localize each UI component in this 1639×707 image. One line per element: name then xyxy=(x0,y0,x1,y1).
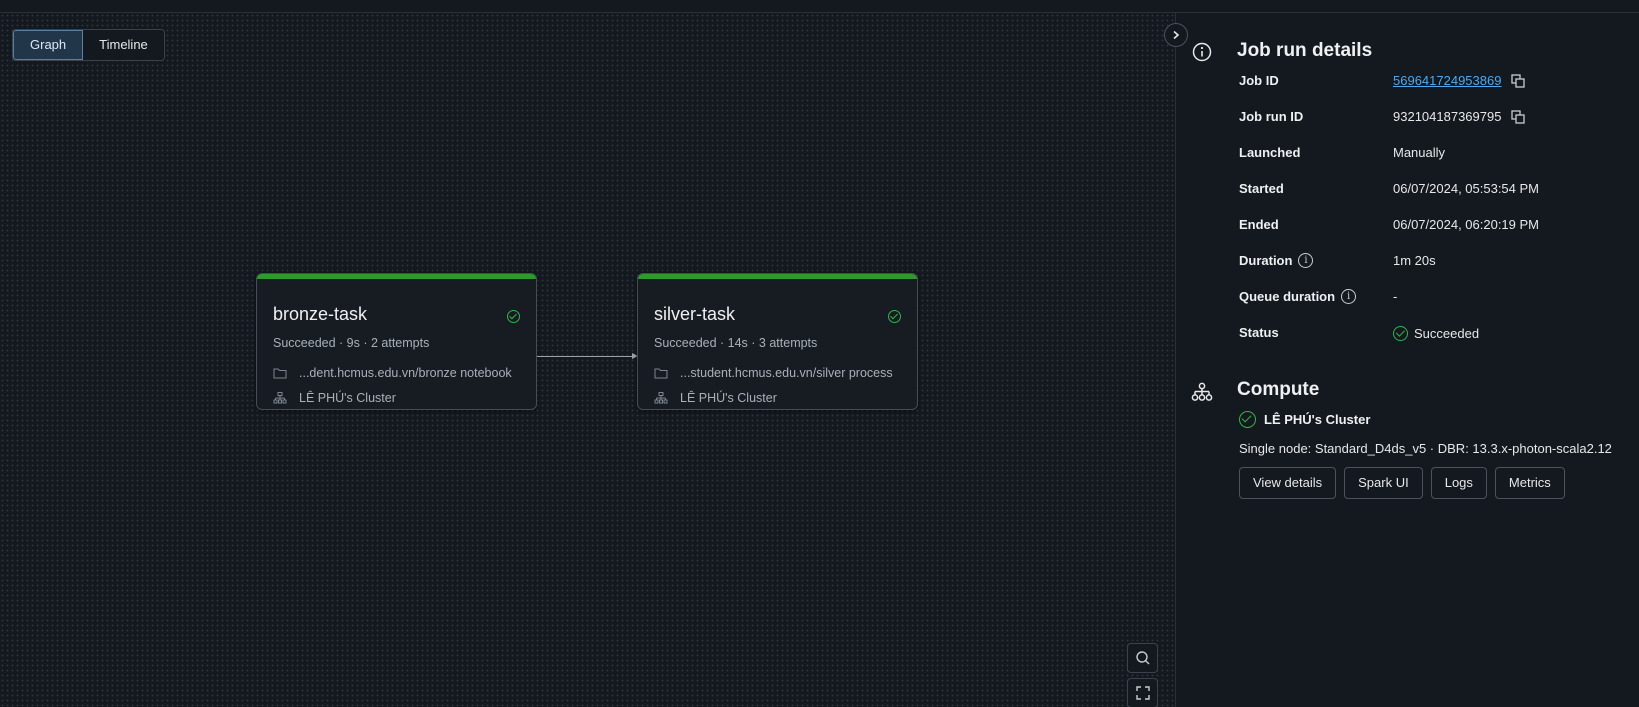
status-text: Succeeded xyxy=(1414,326,1480,341)
compute-cluster[interactable]: LÊ PHÚ's Cluster xyxy=(1239,411,1370,428)
ended-label: Ended xyxy=(1239,217,1279,232)
compute-actions: View details Spark UI Logs Metrics xyxy=(1239,467,1565,499)
task-graph-canvas[interactable]: Graph Timeline xyxy=(0,13,1175,707)
job-id-label: Job ID xyxy=(1239,73,1279,88)
search-icon xyxy=(1135,651,1149,665)
started-value: 06/07/2024, 05:53:54 PM xyxy=(1393,181,1540,196)
dependency-arrow xyxy=(537,353,638,359)
task-summary: Succeeded · 14s · 3 attempts xyxy=(654,336,818,350)
duration-label-text: Duration xyxy=(1239,253,1293,268)
duration-value: 1m 20s xyxy=(1393,253,1436,268)
job-run-id-text: 932104187369795 xyxy=(1393,109,1502,124)
info-icon[interactable]: i xyxy=(1298,253,1314,268)
launched-value: Manually xyxy=(1393,145,1446,160)
job-id-link[interactable]: 569641724953869 xyxy=(1393,73,1501,88)
job-run-id-label: Job run ID xyxy=(1239,109,1304,124)
compute-cluster-name: LÊ PHÚ's Cluster xyxy=(1264,412,1371,427)
top-bar xyxy=(0,0,1639,13)
task-notebook-path[interactable]: ...student.hcmus.edu.vn/silver process xyxy=(654,366,893,380)
logs-button[interactable]: Logs xyxy=(1430,467,1487,499)
task-summary: Succeeded · 9s · 2 attempts xyxy=(273,336,430,350)
tab-graph[interactable]: Graph xyxy=(13,30,84,60)
compute-heading: Compute xyxy=(1237,379,1320,400)
folder-icon xyxy=(273,368,287,379)
task-cluster[interactable]: LÊ PHÚ's Cluster xyxy=(654,391,777,405)
task-cluster[interactable]: LÊ PHÚ's Cluster xyxy=(273,391,396,405)
task-name: bronze-task xyxy=(273,304,368,324)
view-details-button[interactable]: View details xyxy=(1239,467,1337,499)
view-toggle: Graph Timeline xyxy=(12,29,165,61)
status-value: Succeeded xyxy=(1393,326,1479,341)
folder-icon xyxy=(654,368,668,379)
notebook-path-text: ...dent.hcmus.edu.vn/bronze notebook xyxy=(299,366,512,380)
check-circle-icon xyxy=(507,310,520,323)
job-run-details-heading: Job run details xyxy=(1237,40,1373,61)
job-id-value: 569641724953869 xyxy=(1393,73,1526,88)
expand-icon xyxy=(1135,686,1150,700)
task-node-bronze[interactable]: bronze-task Succeeded · 9s · 2 attempts … xyxy=(256,273,537,410)
task-status-bar xyxy=(638,274,917,279)
cluster-spec: Single node: Standard_D4ds_v5 · DBR: 13.… xyxy=(1239,441,1612,456)
details-panel: Job run details Job ID 569641724953869 J… xyxy=(1175,13,1639,707)
search-button[interactable] xyxy=(1127,643,1158,673)
cluster-text: LÊ PHÚ's Cluster xyxy=(299,391,396,405)
spark-ui-button[interactable]: Spark UI xyxy=(1344,467,1423,499)
task-notebook-path[interactable]: ...dent.hcmus.edu.vn/bronze notebook xyxy=(273,366,512,380)
metrics-button[interactable]: Metrics xyxy=(1494,467,1565,499)
tab-timeline[interactable]: Timeline xyxy=(83,30,164,60)
cluster-icon xyxy=(273,392,287,404)
task-status-bar xyxy=(257,274,536,279)
queue-duration-value: - xyxy=(1393,289,1398,304)
check-circle-icon xyxy=(1239,411,1256,428)
launched-label: Launched xyxy=(1239,145,1301,160)
info-icon[interactable]: i xyxy=(1341,289,1357,304)
check-circle-icon xyxy=(888,310,901,323)
copy-icon[interactable] xyxy=(1511,109,1526,124)
collapse-panel-button[interactable] xyxy=(1164,23,1188,47)
check-circle-icon xyxy=(1393,326,1408,341)
status-label: Status xyxy=(1239,325,1279,340)
task-node-silver[interactable]: silver-task Succeeded · 14s · 3 attempts… xyxy=(637,273,918,410)
started-label: Started xyxy=(1239,181,1284,196)
copy-icon[interactable] xyxy=(1511,73,1526,88)
queue-duration-label-text: Queue duration xyxy=(1239,289,1336,304)
task-name: silver-task xyxy=(654,304,736,324)
ended-value: 06/07/2024, 06:20:19 PM xyxy=(1393,217,1540,232)
duration-label: Duration i xyxy=(1239,253,1314,268)
compute-icon xyxy=(1191,382,1213,401)
cluster-icon xyxy=(654,392,668,404)
notebook-path-text: ...student.hcmus.edu.vn/silver process xyxy=(680,366,893,380)
cluster-text: LÊ PHÚ's Cluster xyxy=(680,391,777,405)
fit-view-button[interactable] xyxy=(1127,678,1158,707)
chevron-right-icon xyxy=(1173,30,1180,40)
queue-duration-label: Queue duration i xyxy=(1239,289,1357,304)
job-run-id-value: 932104187369795 xyxy=(1393,109,1526,124)
info-icon xyxy=(1192,42,1212,62)
